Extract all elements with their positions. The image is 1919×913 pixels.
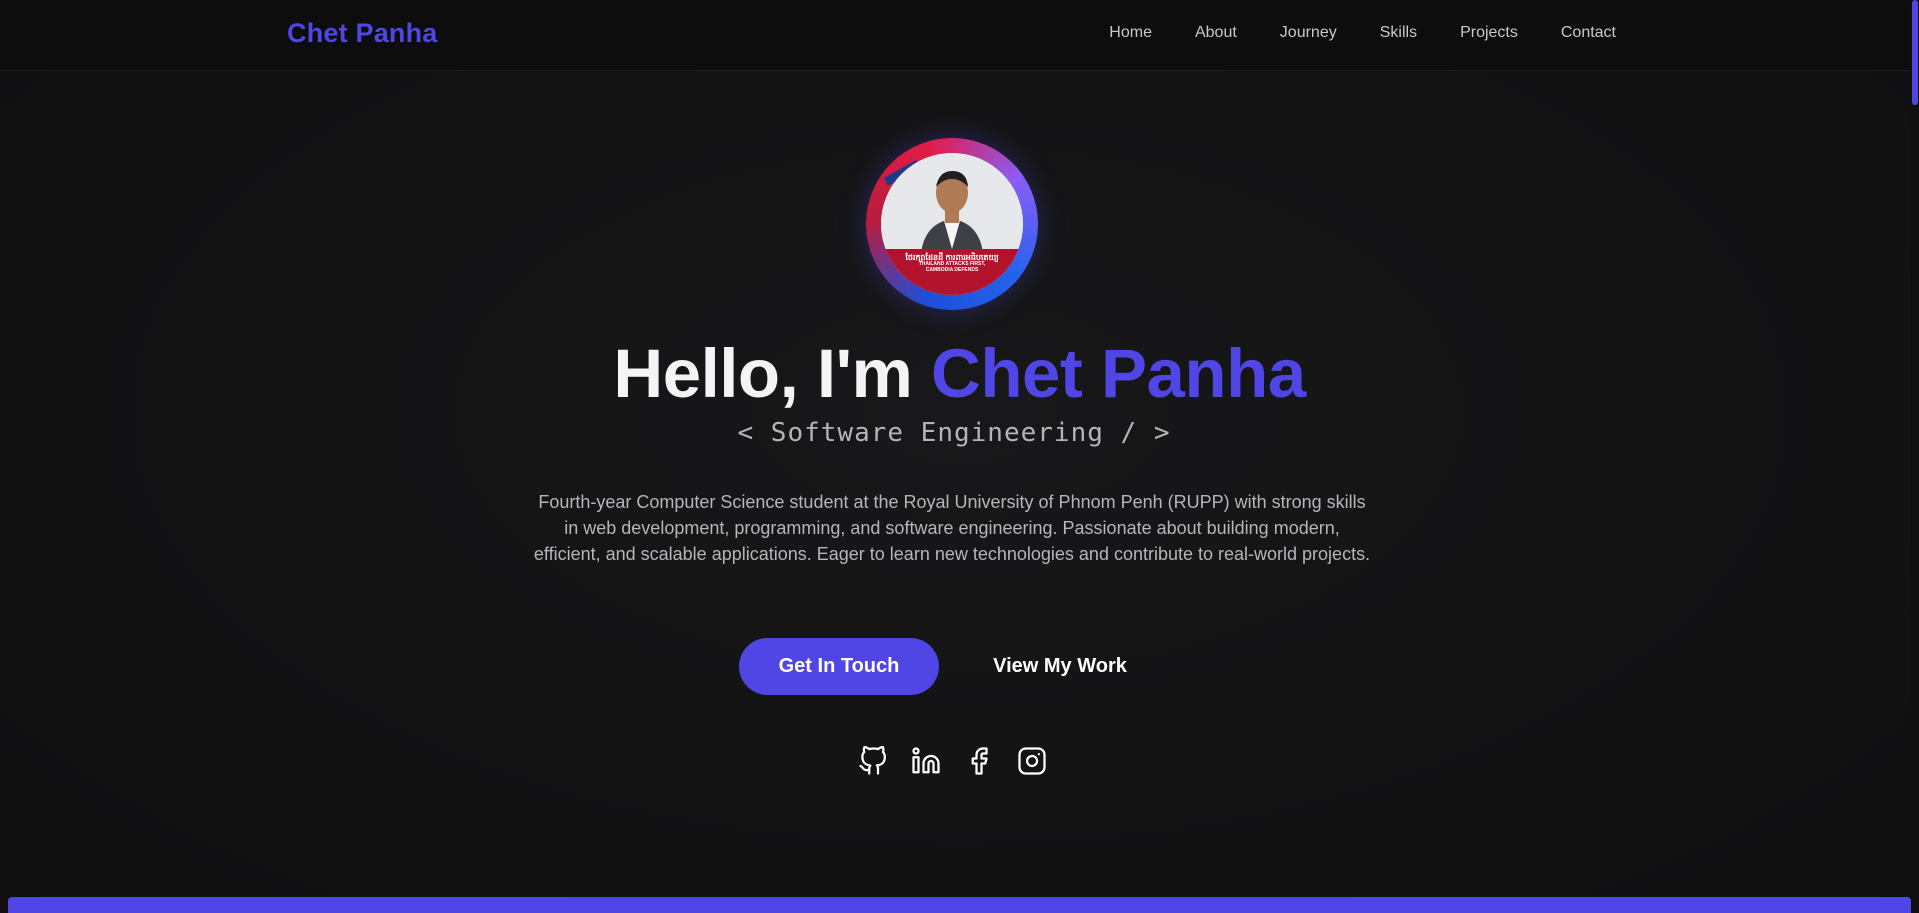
- linkedin-icon: [912, 747, 940, 774]
- nav-link-skills[interactable]: Skills: [1380, 24, 1417, 42]
- avatar-caption-line3: CAMBODIA DEFENDS: [925, 266, 979, 273]
- nav-link-contact[interactable]: Contact: [1561, 24, 1616, 42]
- nav-link-journey[interactable]: Journey: [1280, 24, 1337, 42]
- nav-link-home[interactable]: Home: [1109, 24, 1152, 42]
- facebook-icon: [971, 747, 988, 775]
- nav-links: Home About Journey Skills Projects Conta…: [1109, 24, 1616, 42]
- greeting-text: Hello, I'm: [613, 335, 932, 412]
- avatar-caption: ថែរក្សាដែនដី ការពារអធិបតេយ្យ THAILAND AT…: [881, 253, 1023, 274]
- person-portrait: [881, 153, 1023, 295]
- brand-logo[interactable]: Chet Panha: [287, 18, 438, 49]
- instagram-icon: [1018, 747, 1046, 775]
- profile-avatar: ថែរក្សាដែនដី ការពារអធិបតេយ្យ THAILAND AT…: [866, 138, 1038, 310]
- linkedin-link[interactable]: [911, 746, 941, 776]
- nav-link-about[interactable]: About: [1195, 24, 1237, 42]
- bottom-accent-bar: [8, 897, 1911, 913]
- scrollbar-track[interactable]: [1911, 0, 1919, 913]
- hero-name: Chet Panha: [931, 335, 1306, 412]
- view-my-work-button[interactable]: View My Work: [965, 638, 1155, 695]
- hero-subtitle: < Software Engineering / >: [737, 418, 1171, 448]
- hero-description: Fourth-year Computer Science student at …: [533, 492, 1371, 564]
- social-links: [858, 746, 1047, 776]
- github-link[interactable]: [858, 746, 888, 776]
- navbar: Chet Panha Home About Journey Skills Pro…: [0, 0, 1919, 71]
- avatar-photo: ថែរក្សាដែនដី ការពារអធិបតេយ្យ THAILAND AT…: [881, 153, 1023, 295]
- get-in-touch-button[interactable]: Get In Touch: [739, 638, 939, 695]
- scrollbar-thumb[interactable]: [1912, 0, 1918, 105]
- hero-title: Hello, I'm Chet Panha: [0, 334, 1919, 414]
- github-icon: [859, 746, 886, 775]
- instagram-link[interactable]: [1017, 746, 1047, 776]
- nav-link-projects[interactable]: Projects: [1460, 24, 1518, 42]
- facebook-link[interactable]: [964, 746, 994, 776]
